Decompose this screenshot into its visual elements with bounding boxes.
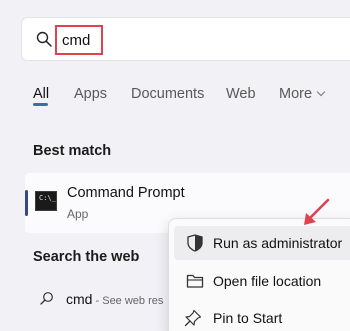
pin-icon: [184, 309, 202, 327]
tab-documents[interactable]: Documents: [131, 86, 204, 102]
best-match-heading: Best match: [33, 143, 112, 159]
active-tab-indicator: [33, 103, 48, 106]
tab-more[interactable]: More: [279, 86, 326, 102]
open-file-location-label: Open file location: [213, 273, 322, 289]
search-icon: [36, 31, 52, 47]
folder-icon: [186, 274, 204, 288]
search-web-heading: Search the web: [33, 249, 140, 265]
web-query: cmd: [66, 291, 93, 307]
selection-indicator: [25, 190, 28, 216]
best-match-subtitle: App: [67, 207, 89, 221]
command-prompt-icon: C:\_: [35, 191, 57, 211]
tab-web[interactable]: Web: [226, 86, 256, 102]
tab-more-label: More: [279, 86, 313, 102]
tab-all[interactable]: All: [33, 86, 49, 102]
run-as-administrator-label: Run as administrator: [213, 235, 343, 251]
search-highlight-box: [55, 25, 103, 55]
web-search-icon: [40, 292, 53, 305]
web-result-description: - See web res: [92, 295, 164, 307]
pin-to-start-label: Pin to Start: [213, 310, 283, 326]
best-match-title: Command Prompt: [67, 185, 185, 201]
tab-apps[interactable]: Apps: [74, 86, 107, 102]
shield-icon: [187, 234, 203, 252]
web-search-result[interactable]: cmd - See web res: [66, 291, 163, 307]
annotation-arrow-icon: [304, 198, 330, 225]
chevron-down-icon: [316, 87, 326, 97]
